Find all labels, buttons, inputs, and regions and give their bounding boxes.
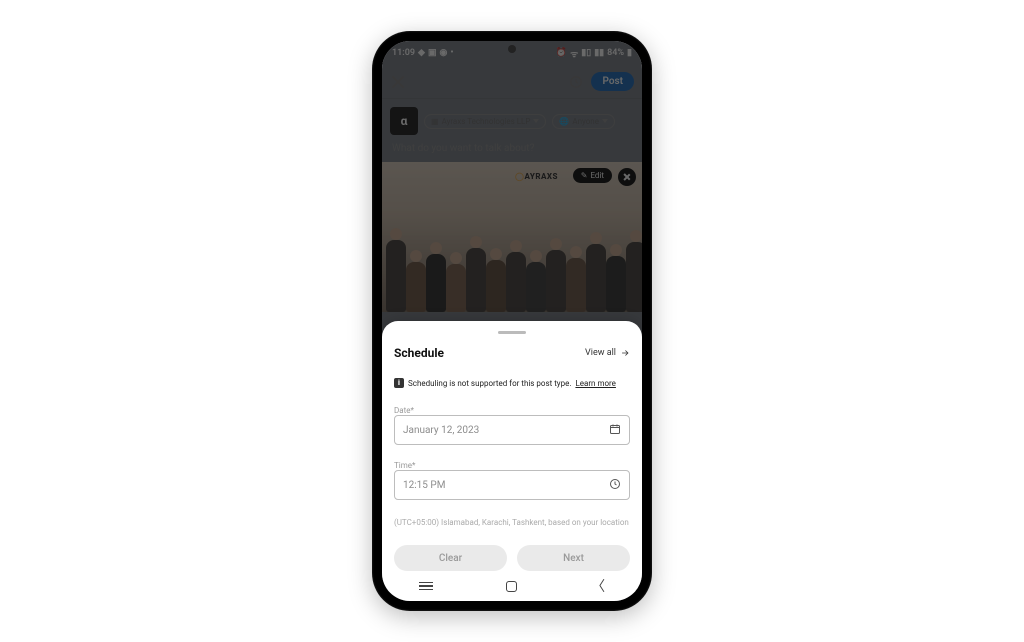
dot-icon: • (450, 48, 453, 58)
sheet-header: Schedule View all (394, 346, 630, 360)
composer-prompt[interactable]: What do you want to talk about? (382, 143, 642, 162)
learn-more-link[interactable]: Learn more (575, 379, 615, 388)
edit-label: Edit (590, 171, 604, 180)
pencil-icon: ✎ (581, 171, 588, 180)
globe-icon: 🌐 (559, 117, 569, 126)
author-row: α ▦ Ayraxs Technologies LLP 🌐 Anyone (382, 99, 642, 143)
dim-content: 11:09 ◆ ▣ ◉ • ⏰ ᯤ ▮▯ ▮▮ 84% ▮ (382, 41, 642, 312)
snapchat-icon: ◆ (418, 48, 425, 58)
edit-image-button[interactable]: ✎ Edit (573, 168, 612, 183)
date-field[interactable]: January 12, 2023 (394, 415, 630, 445)
stage: 11:09 ◆ ▣ ◉ • ⏰ ᯤ ▮▯ ▮▮ 84% ▮ (0, 0, 1024, 642)
status-time: 11:09 (392, 48, 415, 58)
time-value: 12:15 PM (403, 480, 445, 491)
wifi-icon: ᯤ (570, 47, 578, 60)
audience-label: Anyone (572, 117, 599, 126)
calendar-icon (609, 423, 621, 438)
front-camera (508, 45, 516, 53)
image-icon: ▣ (428, 48, 437, 58)
android-navbar: 〈 (382, 575, 642, 597)
timezone-note: (UTC+05:00) Islamabad, Karachi, Tashkent… (394, 518, 630, 527)
battery-text: 84% (607, 48, 624, 58)
arrow-right-icon (620, 348, 630, 358)
phone-frame: 11:09 ◆ ▣ ◉ • ⏰ ᯤ ▮▯ ▮▮ 84% ▮ (372, 31, 652, 611)
alarm-icon: ⏰ (556, 48, 567, 58)
close-icon (623, 173, 631, 181)
chrome-icon: ◉ (439, 48, 447, 58)
date-value: January 12, 2023 (403, 425, 479, 436)
signal-icon: ▮▯ (581, 48, 591, 58)
info-icon: i (394, 378, 404, 388)
attached-image[interactable]: ◯AYRAXS ✎ Edit (382, 162, 642, 312)
avatar[interactable]: α (390, 107, 418, 135)
sheet-actions: Clear Next (394, 545, 630, 571)
home-button[interactable] (506, 581, 517, 592)
post-button[interactable]: Post (591, 72, 634, 91)
compose-appbar: Post (382, 65, 642, 99)
signal2-icon: ▮▮ (594, 48, 604, 58)
crowd-illustration (382, 222, 642, 312)
view-all-link[interactable]: View all (585, 348, 630, 358)
chevron-down-icon (602, 119, 608, 123)
clock-icon (609, 478, 621, 493)
clear-button[interactable]: Clear (394, 545, 507, 571)
schedule-icon[interactable] (569, 75, 583, 89)
recents-button[interactable] (419, 582, 433, 591)
info-text: Scheduling is not supported for this pos… (408, 379, 571, 388)
info-banner: i Scheduling is not supported for this p… (394, 370, 630, 390)
sheet-title: Schedule (394, 346, 444, 360)
battery-icon: ▮ (627, 48, 632, 58)
audience-selector[interactable]: 🌐 Anyone (552, 114, 615, 129)
next-button[interactable]: Next (517, 545, 630, 571)
org-icon: ▦ (431, 117, 439, 126)
screen: 11:09 ◆ ▣ ◉ • ⏰ ᯤ ▮▯ ▮▮ 84% ▮ (382, 41, 642, 601)
time-field[interactable]: 12:15 PM (394, 470, 630, 500)
time-label: Time* (394, 461, 630, 470)
remove-image-button[interactable] (618, 168, 636, 186)
back-button[interactable]: 〈 (591, 576, 605, 596)
org-label: Ayraxs Technologies LLP (442, 117, 531, 126)
drag-handle[interactable] (498, 331, 526, 334)
date-label: Date* (394, 406, 630, 415)
view-all-label: View all (585, 348, 616, 358)
org-selector[interactable]: ▦ Ayraxs Technologies LLP (424, 114, 546, 129)
chevron-down-icon (533, 119, 539, 123)
schedule-sheet: Schedule View all i Scheduling is not su… (382, 321, 642, 601)
brand-watermark: ◯AYRAXS (515, 172, 558, 181)
close-icon[interactable] (390, 74, 406, 90)
